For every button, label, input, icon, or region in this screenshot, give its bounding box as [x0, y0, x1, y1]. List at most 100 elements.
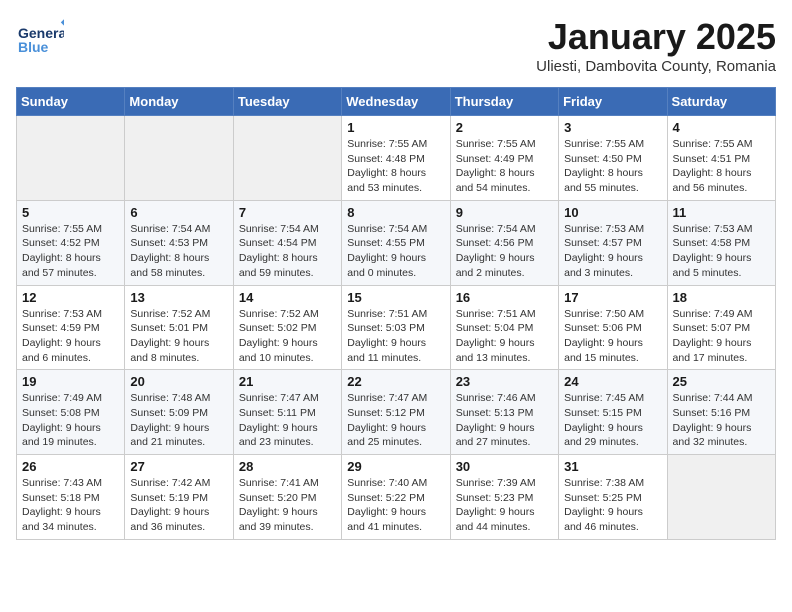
table-row — [125, 116, 233, 201]
svg-text:Blue: Blue — [18, 39, 49, 55]
page-header: General Blue January 2025 Uliesti, Dambo… — [16, 16, 776, 75]
table-row: 9Sunrise: 7:54 AM Sunset: 4:56 PM Daylig… — [450, 200, 558, 285]
day-number: 26 — [22, 459, 119, 474]
table-row: 23 Sunrise: 7:46 AM Sunset: 5:13 PM Dayli… — [450, 370, 558, 455]
day-info: Sunrise: 7:55 AM Sunset: 4:48 PM Dayligh… — [347, 137, 444, 196]
title-section: January 2025 Uliesti, Dambovita County, … — [536, 16, 776, 75]
day-info: Sunrise: 7:55 AM Sunset: 4:49 PM Dayligh… — [456, 137, 553, 196]
day-info: Sunrise: 7:41 AM Sunset: 5:20 PM Dayligh… — [239, 476, 336, 535]
day-number: 14 — [239, 290, 336, 305]
table-row: 3Sunrise: 7:55 AM Sunset: 4:50 PM Daylig… — [559, 116, 667, 201]
location-subtitle: Uliesti, Dambovita County, Romania — [536, 58, 776, 75]
calendar-week-5: 26 Sunrise: 7:43 AM Sunset: 5:18 PM Dayli… — [17, 455, 776, 540]
table-row: 26 Sunrise: 7:43 AM Sunset: 5:18 PM Dayli… — [17, 455, 125, 540]
table-row — [17, 116, 125, 201]
day-number: 11 — [673, 205, 770, 220]
day-number: 3 — [564, 120, 661, 135]
table-row: 24 Sunrise: 7:45 AM Sunset: 5:15 PM Dayli… — [559, 370, 667, 455]
header-saturday: Saturday — [667, 88, 775, 116]
table-row: 14 Sunrise: 7:52 AM Sunset: 5:02 PM Dayli… — [233, 285, 341, 370]
day-number: 17 — [564, 290, 661, 305]
day-info: Sunrise: 7:55 AM Sunset: 4:52 PM Dayligh… — [22, 222, 119, 281]
header-sunday: Sunday — [17, 88, 125, 116]
table-row: 7 Sunrise: 7:54 AM Sunset: 4:54 PM Daylig… — [233, 200, 341, 285]
day-number: 9 — [456, 205, 553, 220]
calendar-week-1: 1 Sunrise: 7:55 AM Sunset: 4:48 PM Daylig… — [17, 116, 776, 201]
day-info: Sunrise: 7:42 AM Sunset: 5:19 PM Dayligh… — [130, 476, 227, 535]
day-number: 18 — [673, 290, 770, 305]
day-info: Sunrise: 7:55 AM Sunset: 4:51 PM Dayligh… — [673, 137, 770, 196]
table-row: 17 Sunrise: 7:50 AM Sunset: 5:06 PM Dayli… — [559, 285, 667, 370]
day-number: 24 — [564, 374, 661, 389]
logo: General Blue — [16, 16, 64, 69]
day-info: Sunrise: 7:54 AM Sunset: 4:55 PM Dayligh… — [347, 222, 444, 281]
table-row: 19 Sunrise: 7:49 AM Sunset: 5:08 PM Dayli… — [17, 370, 125, 455]
logo-icon: General Blue — [16, 16, 64, 69]
table-row: 28 Sunrise: 7:41 AM Sunset: 5:20 PM Dayli… — [233, 455, 341, 540]
day-info: Sunrise: 7:49 AM Sunset: 5:07 PM Dayligh… — [673, 307, 770, 366]
day-number: 23 — [456, 374, 553, 389]
day-number: 25 — [673, 374, 770, 389]
day-info: Sunrise: 7:46 AM Sunset: 5:13 PM Dayligh… — [456, 391, 553, 450]
day-number: 10 — [564, 205, 661, 220]
day-number: 20 — [130, 374, 227, 389]
table-row: 30Sunrise: 7:39 AM Sunset: 5:23 PM Dayli… — [450, 455, 558, 540]
table-row: 2 Sunrise: 7:55 AM Sunset: 4:49 PM Daylig… — [450, 116, 558, 201]
day-info: Sunrise: 7:50 AM Sunset: 5:06 PM Dayligh… — [564, 307, 661, 366]
day-info: Sunrise: 7:51 AM Sunset: 5:03 PM Dayligh… — [347, 307, 444, 366]
day-number: 13 — [130, 290, 227, 305]
day-number: 6 — [130, 205, 227, 220]
day-info: Sunrise: 7:52 AM Sunset: 5:01 PM Dayligh… — [130, 307, 227, 366]
day-number: 22 — [347, 374, 444, 389]
day-info: Sunrise: 7:43 AM Sunset: 5:18 PM Dayligh… — [22, 476, 119, 535]
day-info: Sunrise: 7:54 AM Sunset: 4:53 PM Dayligh… — [130, 222, 227, 281]
day-number: 8 — [347, 205, 444, 220]
table-row — [233, 116, 341, 201]
day-number: 28 — [239, 459, 336, 474]
table-row: 13 Sunrise: 7:52 AM Sunset: 5:01 PM Dayli… — [125, 285, 233, 370]
header-thursday: Thursday — [450, 88, 558, 116]
header-tuesday: Tuesday — [233, 88, 341, 116]
table-row: 4 Sunrise: 7:55 AM Sunset: 4:51 PM Daylig… — [667, 116, 775, 201]
day-info: Sunrise: 7:47 AM Sunset: 5:12 PM Dayligh… — [347, 391, 444, 450]
calendar-week-2: 5 Sunrise: 7:55 AM Sunset: 4:52 PM Daylig… — [17, 200, 776, 285]
day-info: Sunrise: 7:39 AM Sunset: 5:23 PM Dayligh… — [456, 476, 553, 535]
table-row: 12Sunrise: 7:53 AM Sunset: 4:59 PM Dayli… — [17, 285, 125, 370]
day-number: 2 — [456, 120, 553, 135]
day-number: 1 — [347, 120, 444, 135]
day-info: Sunrise: 7:45 AM Sunset: 5:15 PM Dayligh… — [564, 391, 661, 450]
table-row: 22 Sunrise: 7:47 AM Sunset: 5:12 PM Dayli… — [342, 370, 450, 455]
day-number: 19 — [22, 374, 119, 389]
table-row: 31Sunrise: 7:38 AM Sunset: 5:25 PM Dayli… — [559, 455, 667, 540]
day-info: Sunrise: 7:52 AM Sunset: 5:02 PM Dayligh… — [239, 307, 336, 366]
day-info: Sunrise: 7:47 AM Sunset: 5:11 PM Dayligh… — [239, 391, 336, 450]
day-info: Sunrise: 7:51 AM Sunset: 5:04 PM Dayligh… — [456, 307, 553, 366]
calendar-week-4: 19 Sunrise: 7:49 AM Sunset: 5:08 PM Dayli… — [17, 370, 776, 455]
header-friday: Friday — [559, 88, 667, 116]
day-number: 4 — [673, 120, 770, 135]
table-row: 10Sunrise: 7:53 AM Sunset: 4:57 PM Dayli… — [559, 200, 667, 285]
table-row: 21Sunrise: 7:47 AM Sunset: 5:11 PM Dayli… — [233, 370, 341, 455]
header-monday: Monday — [125, 88, 233, 116]
day-info: Sunrise: 7:44 AM Sunset: 5:16 PM Dayligh… — [673, 391, 770, 450]
day-info: Sunrise: 7:54 AM Sunset: 4:54 PM Dayligh… — [239, 222, 336, 281]
day-number: 27 — [130, 459, 227, 474]
calendar-week-3: 12Sunrise: 7:53 AM Sunset: 4:59 PM Dayli… — [17, 285, 776, 370]
day-number: 29 — [347, 459, 444, 474]
table-row: 16Sunrise: 7:51 AM Sunset: 5:04 PM Dayli… — [450, 285, 558, 370]
day-number: 15 — [347, 290, 444, 305]
day-number: 5 — [22, 205, 119, 220]
header-wednesday: Wednesday — [342, 88, 450, 116]
table-row: 6 Sunrise: 7:54 AM Sunset: 4:53 PM Daylig… — [125, 200, 233, 285]
day-info: Sunrise: 7:48 AM Sunset: 5:09 PM Dayligh… — [130, 391, 227, 450]
table-row: 18 Sunrise: 7:49 AM Sunset: 5:07 PM Dayli… — [667, 285, 775, 370]
calendar-header-row: Sunday Monday Tuesday Wednesday Thursday… — [17, 88, 776, 116]
day-number: 7 — [239, 205, 336, 220]
table-row: 25 Sunrise: 7:44 AM Sunset: 5:16 PM Dayli… — [667, 370, 775, 455]
table-row: 1 Sunrise: 7:55 AM Sunset: 4:48 PM Daylig… — [342, 116, 450, 201]
table-row: 5 Sunrise: 7:55 AM Sunset: 4:52 PM Daylig… — [17, 200, 125, 285]
day-info: Sunrise: 7:49 AM Sunset: 5:08 PM Dayligh… — [22, 391, 119, 450]
table-row: 29Sunrise: 7:40 AM Sunset: 5:22 PM Dayli… — [342, 455, 450, 540]
month-title: January 2025 — [536, 16, 776, 58]
table-row: 20 Sunrise: 7:48 AM Sunset: 5:09 PM Dayli… — [125, 370, 233, 455]
